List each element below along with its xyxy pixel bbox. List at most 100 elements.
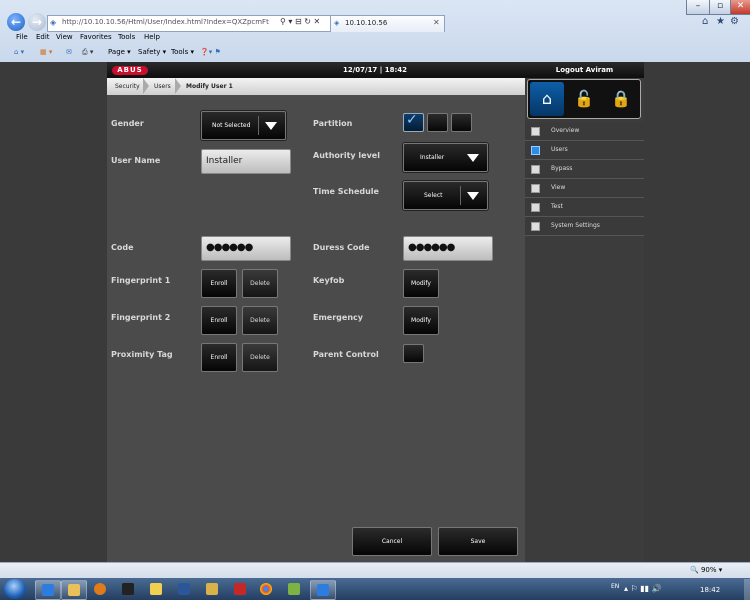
fingerprint2-enroll-button[interactable]: Enroll bbox=[201, 306, 237, 335]
taskbar-files[interactable] bbox=[200, 580, 224, 598]
menu-favorites[interactable]: Favorites bbox=[80, 33, 112, 41]
gender-value: Not Selected bbox=[212, 122, 251, 129]
fingerprint2-label: Fingerprint 2 bbox=[111, 313, 171, 322]
taskbar-browser-window[interactable] bbox=[310, 580, 336, 600]
username-input[interactable]: Installer bbox=[201, 149, 291, 174]
close-window-button[interactable]: ✕ bbox=[730, 0, 750, 15]
nav-square-icon bbox=[531, 146, 540, 155]
maximize-button[interactable]: ▫ bbox=[709, 0, 731, 15]
forward-button[interactable]: → bbox=[28, 13, 46, 31]
taskbar-pdf[interactable] bbox=[228, 580, 252, 598]
cancel-button[interactable]: Cancel bbox=[352, 527, 432, 556]
address-tools-icon[interactable]: ⚲ ▾ ⊟ ↻ ✕ bbox=[280, 17, 320, 26]
sidebar-item-view[interactable]: View bbox=[525, 179, 644, 198]
cmd-feeds-icon[interactable]: ▦ ▾ bbox=[40, 48, 52, 56]
emergency-modify-button[interactable]: Modify bbox=[403, 306, 439, 335]
cmd-print-icon[interactable]: ⎙ ▾ bbox=[82, 48, 93, 57]
address-url: http://10.10.10.56/Html/User/Index.html?… bbox=[62, 18, 269, 26]
menu-bar: File Edit View Favorites Tools Help bbox=[0, 33, 750, 45]
taskbar-clock[interactable]: 18:42 bbox=[700, 586, 720, 594]
home-lock-icon[interactable]: ⌂ bbox=[530, 82, 564, 116]
minimize-button[interactable]: – bbox=[686, 0, 710, 15]
sidebar-item-users[interactable]: Users bbox=[525, 141, 644, 160]
taskbar-notes[interactable] bbox=[144, 580, 168, 598]
duress-code-input[interactable]: ●●●●●● bbox=[403, 236, 493, 261]
nav-square-icon bbox=[531, 222, 540, 231]
zoom-level[interactable]: 🔍 90% ▾ bbox=[690, 566, 722, 574]
settings-gear-icon[interactable]: ⚙ bbox=[730, 16, 739, 27]
status-bar bbox=[0, 562, 750, 579]
time-schedule-dropdown[interactable]: Select bbox=[403, 181, 488, 210]
start-button[interactable] bbox=[4, 579, 26, 599]
fingerprint1-delete-button[interactable]: Delete bbox=[242, 269, 278, 298]
sidebar-item-system-settings[interactable]: System Settings bbox=[525, 217, 644, 236]
cmd-page[interactable]: Page ▾ bbox=[108, 48, 131, 56]
keyfob-label: Keyfob bbox=[313, 276, 345, 285]
tab-main[interactable]: ◈ 10.10.10.56 ✕ bbox=[330, 15, 445, 32]
breadcrumb-users[interactable]: Users bbox=[154, 83, 171, 90]
proximity-delete-button[interactable]: Delete bbox=[242, 343, 278, 372]
date-time: 12/07/17 | 18:42 bbox=[342, 66, 408, 74]
favorites-star-icon[interactable]: ★ bbox=[716, 16, 725, 27]
right-margin bbox=[644, 62, 750, 562]
language-indicator[interactable]: EN bbox=[611, 583, 619, 590]
partition-3-checkbox[interactable] bbox=[451, 113, 472, 132]
taskbar-app[interactable] bbox=[116, 580, 140, 598]
cmd-tools[interactable]: Tools ▾ bbox=[171, 48, 194, 56]
fingerprint2-delete-button[interactable]: Delete bbox=[242, 306, 278, 335]
breadcrumb-separator bbox=[175, 78, 181, 94]
emergency-label: Emergency bbox=[313, 313, 363, 322]
dropdown-divider bbox=[460, 186, 461, 205]
partition-label: Partition bbox=[313, 119, 353, 128]
home-icon[interactable]: ⌂ bbox=[702, 16, 708, 27]
sidebar-item-bypass[interactable]: Bypass bbox=[525, 160, 644, 179]
sidebar-item-overview[interactable]: Overview bbox=[525, 122, 644, 141]
cmd-safety[interactable]: Safety ▾ bbox=[138, 48, 166, 56]
menu-tools[interactable]: Tools bbox=[118, 33, 135, 41]
duress-code-label: Duress Code bbox=[313, 243, 370, 252]
keyfob-modify-button[interactable]: Modify bbox=[403, 269, 439, 298]
cmd-home-icon[interactable]: ⌂ ▾ bbox=[14, 48, 24, 56]
cmd-help-icon[interactable]: ❓▾ ⚑ bbox=[200, 48, 221, 56]
menu-view[interactable]: View bbox=[56, 33, 73, 41]
logout-link[interactable]: Logout Aviram bbox=[525, 62, 644, 78]
code-input[interactable]: ●●●●●● bbox=[201, 236, 291, 261]
address-bar[interactable]: ◈ http://10.10.10.56/Html/User/Index.htm… bbox=[47, 15, 331, 32]
taskbar-tools[interactable] bbox=[282, 580, 306, 598]
cmd-mail-icon[interactable]: ✉ bbox=[66, 48, 72, 56]
save-button[interactable]: Save bbox=[438, 527, 518, 556]
taskbar-media[interactable] bbox=[88, 580, 112, 598]
notes-icon bbox=[150, 583, 162, 595]
taskbar-ie[interactable] bbox=[35, 580, 61, 600]
partial-lock-icon[interactable]: 🔓 bbox=[567, 82, 601, 116]
fingerprint1-enroll-button[interactable]: Enroll bbox=[201, 269, 237, 298]
taskbar-explorer[interactable] bbox=[61, 580, 87, 600]
gender-dropdown[interactable]: Not Selected bbox=[201, 111, 286, 140]
tools-icon bbox=[288, 583, 300, 595]
parent-control-checkbox[interactable] bbox=[403, 344, 424, 363]
code-label: Code bbox=[111, 243, 134, 252]
partition-1-checkbox[interactable]: ✓ bbox=[403, 112, 424, 132]
back-button[interactable]: ← bbox=[7, 13, 25, 31]
partition-2-checkbox[interactable] bbox=[427, 113, 448, 132]
taskbar-chrome[interactable] bbox=[254, 580, 278, 598]
menu-file[interactable]: File bbox=[16, 33, 28, 41]
checkmark-icon: ✓ bbox=[406, 112, 418, 128]
full-lock-icon[interactable]: 🔒 bbox=[604, 82, 638, 116]
chevron-down-icon bbox=[467, 192, 479, 200]
sidebar-item-test[interactable]: Test bbox=[525, 198, 644, 217]
menu-help[interactable]: Help bbox=[144, 33, 160, 41]
ie-icon bbox=[317, 584, 329, 596]
menu-edit[interactable]: Edit bbox=[36, 33, 50, 41]
show-desktop-button[interactable] bbox=[744, 579, 750, 600]
authority-level-value: Installer bbox=[420, 154, 445, 161]
gender-label: Gender bbox=[111, 119, 144, 128]
taskbar-word[interactable] bbox=[172, 580, 196, 598]
chrome-icon bbox=[260, 583, 272, 595]
breadcrumb-current: Modify User 1 bbox=[186, 83, 233, 90]
tray-icons[interactable]: ▴ ⚐ ▮▮ 🔊 bbox=[624, 584, 662, 593]
breadcrumb-security[interactable]: Security bbox=[115, 83, 140, 90]
proximity-enroll-button[interactable]: Enroll bbox=[201, 343, 237, 372]
authority-level-dropdown[interactable]: Installer bbox=[403, 143, 488, 172]
tab-close-icon[interactable]: ✕ bbox=[433, 18, 440, 27]
